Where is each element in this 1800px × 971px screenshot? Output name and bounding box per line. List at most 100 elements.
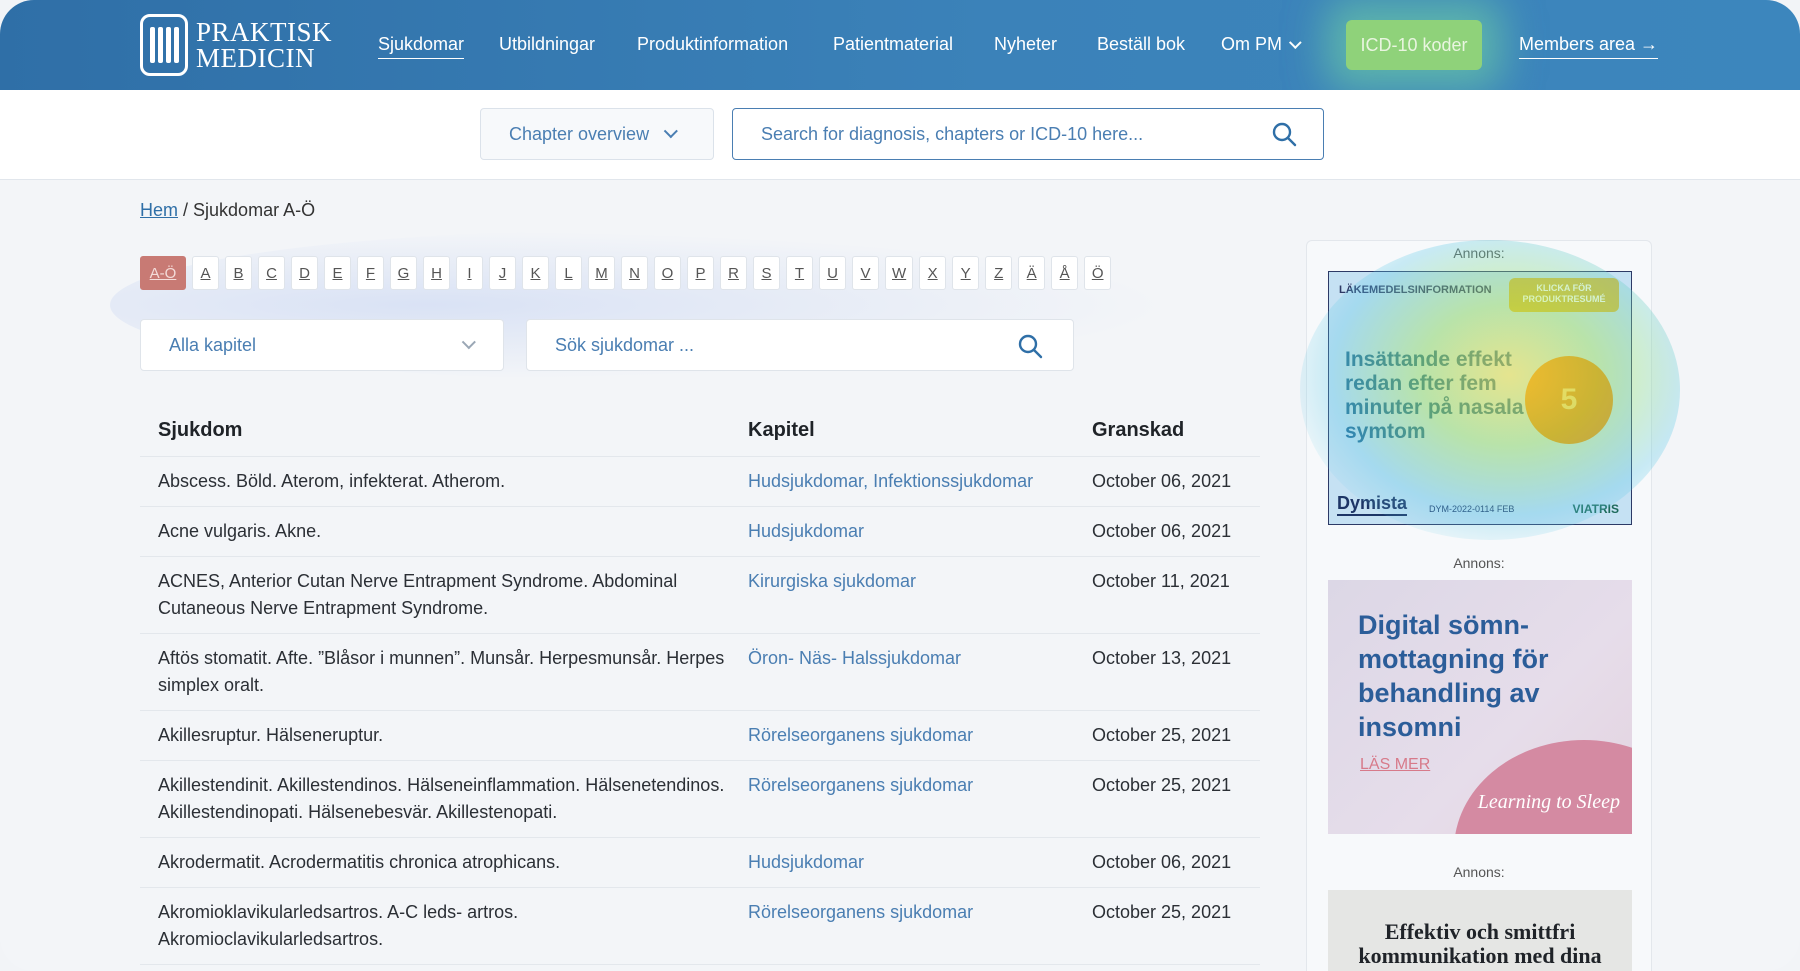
- page: PRAKTISK MEDICIN Sjukdomar Utbildningar …: [0, 0, 1800, 971]
- chapter-cell: Hudsjukdomar: [748, 964, 1092, 971]
- chapter-filter-label: Alla kapitel: [169, 334, 257, 355]
- disease-name[interactable]: Akillestendinit. Akillestendinos. Hälsen…: [140, 760, 748, 838]
- letter-filter-10[interactable]: J: [489, 256, 516, 290]
- chapter-link[interactable]: Infektionssjukdomar: [873, 471, 1033, 491]
- reviewed-date: October 06, 2021: [1092, 837, 1260, 888]
- chapter-link[interactable]: Öron- Näs- Halssjukdomar: [748, 648, 961, 668]
- ad1-timer-badge: 5: [1525, 356, 1613, 444]
- ad1-company: VIATRIS: [1572, 502, 1619, 516]
- nav-produktinformation[interactable]: Produktinformation: [637, 34, 788, 55]
- table-row: Abscess. Böld. Aterom, infekterat. Ather…: [140, 456, 1260, 507]
- disease-name[interactable]: Akillesruptur. Hälseneruptur.: [140, 710, 748, 761]
- chevron-down-icon: [461, 335, 476, 350]
- letter-filter-16[interactable]: P: [687, 256, 714, 290]
- nav-utbildningar[interactable]: Utbildningar: [499, 34, 595, 55]
- table-row: ACNES, Anterior Cutan Nerve Entrapment S…: [140, 556, 1260, 634]
- disease-name[interactable]: Acne vulgaris. Akne.: [140, 506, 748, 557]
- letter-filter-12[interactable]: L: [555, 256, 582, 290]
- nav-nyheter[interactable]: Nyheter: [994, 34, 1057, 55]
- letter-filter-9[interactable]: I: [456, 256, 483, 290]
- reviewed-date: October 25, 2021: [1092, 887, 1260, 965]
- main-search-input[interactable]: [761, 123, 1241, 145]
- reviewed-date: October 06, 2021: [1092, 506, 1260, 557]
- ad-label: Annons:: [1453, 555, 1505, 571]
- disease-name[interactable]: Aftös stomatit. Afte. ”Blåsor i munnen”.…: [140, 633, 748, 711]
- chapter-overview-dropdown[interactable]: Chapter overview: [480, 108, 714, 160]
- column-header-sjukdom[interactable]: Sjukdom: [140, 406, 748, 457]
- ad-label: Annons:: [1453, 245, 1505, 261]
- top-navigation: PRAKTISK MEDICIN Sjukdomar Utbildningar …: [0, 0, 1800, 90]
- letter-filter-11[interactable]: K: [522, 256, 549, 290]
- letter-filter-23[interactable]: X: [919, 256, 947, 290]
- letter-filter-14[interactable]: N: [621, 256, 648, 290]
- letter-filter-15[interactable]: O: [654, 256, 681, 290]
- ad2-read-more-link[interactable]: LÄS MER: [1360, 756, 1430, 774]
- ad-learning-to-sleep[interactable]: Digital sömn-mottagning för behandling a…: [1328, 580, 1632, 834]
- letter-filter-21[interactable]: V: [852, 256, 879, 290]
- icd10-button[interactable]: ICD-10 koder: [1346, 20, 1482, 70]
- chapter-link[interactable]: Rörelseorganens sjukdomar: [748, 775, 973, 795]
- letter-filter-3[interactable]: C: [258, 256, 285, 290]
- nav-om-pm[interactable]: Om PM: [1221, 34, 1302, 55]
- ad1-brand: Dymista: [1337, 493, 1408, 516]
- ad1-badge[interactable]: KLICKA FÖR PRODUKTRESUMÉ: [1509, 278, 1619, 312]
- letter-filter-24[interactable]: Y: [952, 256, 980, 290]
- letter-filter-0[interactable]: A-Ö: [140, 256, 186, 290]
- site-logo[interactable]: PRAKTISK MEDICIN: [140, 14, 332, 76]
- chapter-filter-dropdown[interactable]: Alla kapitel: [140, 319, 504, 371]
- search-icon[interactable]: [1271, 121, 1297, 147]
- letter-filter-26[interactable]: Ä: [1018, 256, 1046, 290]
- chapter-link[interactable]: Kirurgiska sjukdomar: [748, 571, 916, 591]
- disease-name[interactable]: Akromioklavikularledsartros. A-C leds- a…: [140, 887, 748, 965]
- reviewed-date: October 25, 2021: [1092, 760, 1260, 838]
- letter-filter-1[interactable]: A: [192, 256, 219, 290]
- letter-filter-2[interactable]: B: [225, 256, 252, 290]
- alphabet-filter: A-Ö A B C D E F G H I J K L M N O P R S T U V W X Y Z Ä Å Ö: [140, 256, 1117, 290]
- chapter-link[interactable]: Hudsjukdomar: [748, 521, 864, 541]
- disease-search-input[interactable]: [555, 334, 995, 356]
- reviewed-date: October 11, 2021: [1092, 556, 1260, 634]
- disease-name[interactable]: Abscess. Böld. Aterom, infekterat. Ather…: [140, 456, 748, 507]
- table-row: Akillesruptur. Hälseneruptur. Rörelseorga…: [140, 710, 1260, 761]
- chapter-overview-label: Chapter overview: [509, 123, 650, 144]
- letter-filter-13[interactable]: M: [588, 256, 615, 290]
- reviewed-date: October 13, 2021: [1092, 633, 1260, 711]
- letter-filter-18[interactable]: S: [753, 256, 780, 290]
- column-header-kapitel[interactable]: Kapitel: [748, 406, 1092, 457]
- logo-line2: MEDICIN: [196, 43, 315, 73]
- letter-filter-20[interactable]: U: [819, 256, 846, 290]
- chapter-link[interactable]: Rörelseorganens sjukdomar: [748, 725, 973, 745]
- nav-om-pm-label: Om PM: [1221, 34, 1282, 54]
- chapter-link[interactable]: Rörelseorganens sjukdomar: [748, 902, 973, 922]
- disease-name[interactable]: Akrodermatit. Acrodermatitis chronica at…: [140, 837, 748, 888]
- letter-filter-6[interactable]: F: [357, 256, 384, 290]
- search-icon[interactable]: [1017, 333, 1043, 359]
- disease-name[interactable]: Aktinisk keratos.: [140, 964, 748, 971]
- ad-label: Annons:: [1453, 864, 1505, 880]
- ad-communication[interactable]: Effektiv och smittfri kommunikation med …: [1328, 890, 1632, 971]
- chapter-cell: Rörelseorganens sjukdomar: [748, 710, 1092, 761]
- disease-name[interactable]: ACNES, Anterior Cutan Nerve Entrapment S…: [140, 556, 748, 634]
- ad1-code: DYM-2022-0114 FEB: [1429, 504, 1515, 514]
- chapter-link[interactable]: Hudsjukdomar: [748, 852, 864, 872]
- members-area-link[interactable]: Members area →: [1519, 34, 1659, 59]
- ad-dymista[interactable]: LÄKEMEDELSINFORMATION KLICKA FÖR PRODUKT…: [1328, 271, 1632, 525]
- letter-filter-19[interactable]: T: [786, 256, 813, 290]
- column-header-granskad[interactable]: Granskad: [1092, 406, 1260, 457]
- nav-bestall-bok[interactable]: Beställ bok: [1097, 34, 1185, 55]
- letter-filter-25[interactable]: Z: [985, 256, 1013, 290]
- nav-patientmaterial[interactable]: Patientmaterial: [833, 34, 953, 55]
- letter-filter-7[interactable]: G: [390, 256, 417, 290]
- letter-filter-22[interactable]: W: [885, 256, 914, 290]
- letter-filter-8[interactable]: H: [423, 256, 450, 290]
- chapter-link[interactable]: Hudsjukdomar: [748, 471, 863, 491]
- letter-filter-27[interactable]: Å: [1051, 256, 1079, 290]
- ad1-headline: Insättande effekt redan efter fem minute…: [1345, 348, 1524, 443]
- letter-filter-17[interactable]: R: [720, 256, 747, 290]
- letter-filter-5[interactable]: E: [324, 256, 351, 290]
- letter-filter-28[interactable]: Ö: [1084, 256, 1112, 290]
- breadcrumb-home-link[interactable]: Hem: [140, 200, 178, 220]
- reviewed-date: October 25, 2021: [1092, 710, 1260, 761]
- nav-sjukdomar[interactable]: Sjukdomar: [378, 34, 465, 59]
- letter-filter-4[interactable]: D: [291, 256, 318, 290]
